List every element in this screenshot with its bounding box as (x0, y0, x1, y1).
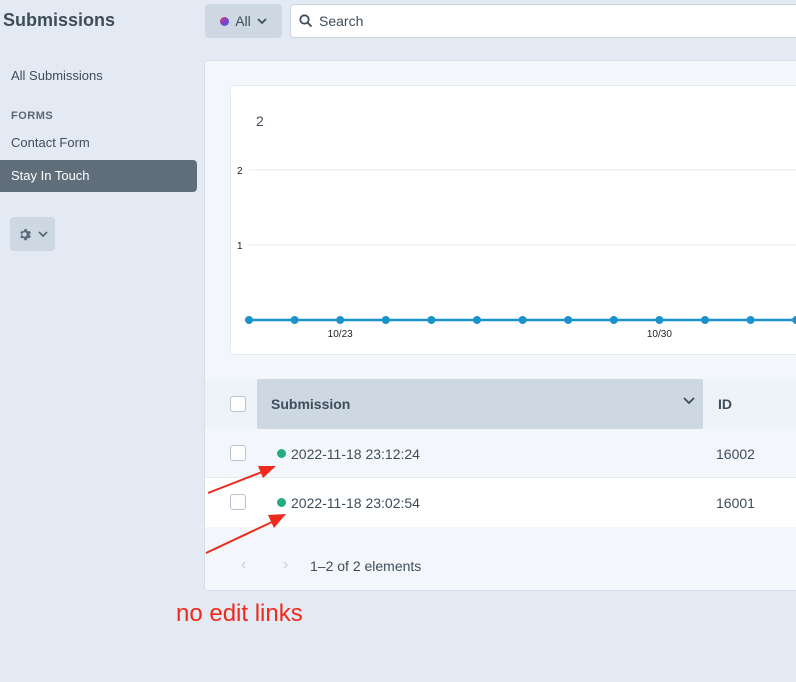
data-point (746, 316, 755, 324)
data-point (701, 316, 709, 324)
next-page-icon[interactable]: › (283, 556, 288, 574)
submissions-chart: 2 1 2 10/23 10/30 (230, 85, 796, 355)
prev-page-icon[interactable]: ‹ (241, 556, 246, 574)
data-point (655, 316, 664, 324)
submission-id: 16001 (716, 495, 755, 511)
y-tick-label: 1 (237, 241, 243, 252)
site-icon (220, 16, 230, 26)
data-point (564, 316, 573, 324)
sidebar-item-stay-in-touch[interactable]: Stay In Touch (0, 160, 197, 192)
column-header-id[interactable]: ID (718, 396, 732, 412)
table-header: Submission ID (205, 379, 796, 429)
table-row[interactable]: 2022-11-18 23:12:24 16002 (205, 429, 796, 478)
data-point (518, 316, 527, 324)
select-all-checkbox[interactable] (230, 396, 246, 412)
search-field[interactable] (290, 4, 796, 38)
column-header-submission[interactable]: Submission (257, 379, 703, 429)
chevron-down-icon (683, 397, 695, 405)
data-point (792, 316, 796, 324)
x-tick-label: 10/30 (647, 329, 672, 340)
search-icon (299, 14, 313, 28)
pagination-summary: 1–2 of 2 elements (310, 558, 422, 574)
data-point (245, 316, 253, 324)
submission-date: 2022-11-18 23:12:24 (291, 446, 420, 462)
row-checkbox[interactable] (230, 445, 246, 461)
data-point (381, 316, 390, 324)
chart-plot: 1 2 10/23 10/30 (237, 166, 796, 340)
site-filter-label: All (235, 13, 251, 29)
data-point (290, 316, 299, 324)
page-title: Submissions (3, 10, 116, 30)
data-point (473, 316, 481, 324)
pagination: ‹ › 1–2 of 2 elements (205, 541, 796, 590)
submission-id: 16002 (716, 446, 755, 462)
data-point (427, 316, 436, 324)
x-tick-label: 10/23 (328, 329, 353, 340)
status-dot (277, 498, 286, 507)
submissions-panel: 2 1 2 10/23 10/30 Submission ID 2022-11-18 … (204, 60, 796, 591)
gear-icon (19, 228, 31, 240)
submission-date: 2022-11-18 23:02:54 (291, 495, 420, 511)
settings-menu-button[interactable] (10, 217, 55, 251)
sidebar-item-contact-form[interactable]: Contact Form (0, 127, 197, 159)
forms-heading: FORMS (11, 110, 54, 122)
data-point (609, 316, 618, 324)
chevron-down-icon (257, 17, 267, 24)
status-dot (277, 449, 286, 458)
y-tick-label: 2 (237, 166, 243, 177)
row-checkbox[interactable] (230, 494, 246, 510)
data-point (336, 316, 345, 324)
sidebar-item-all-submissions[interactable]: All Submissions (0, 60, 197, 92)
table-row[interactable]: 2022-11-18 23:02:54 16001 (205, 478, 796, 527)
annotation-text: no edit links (176, 600, 303, 627)
chevron-down-icon (37, 230, 48, 237)
search-input[interactable] (319, 13, 719, 29)
site-filter-button[interactable]: All (205, 4, 282, 38)
